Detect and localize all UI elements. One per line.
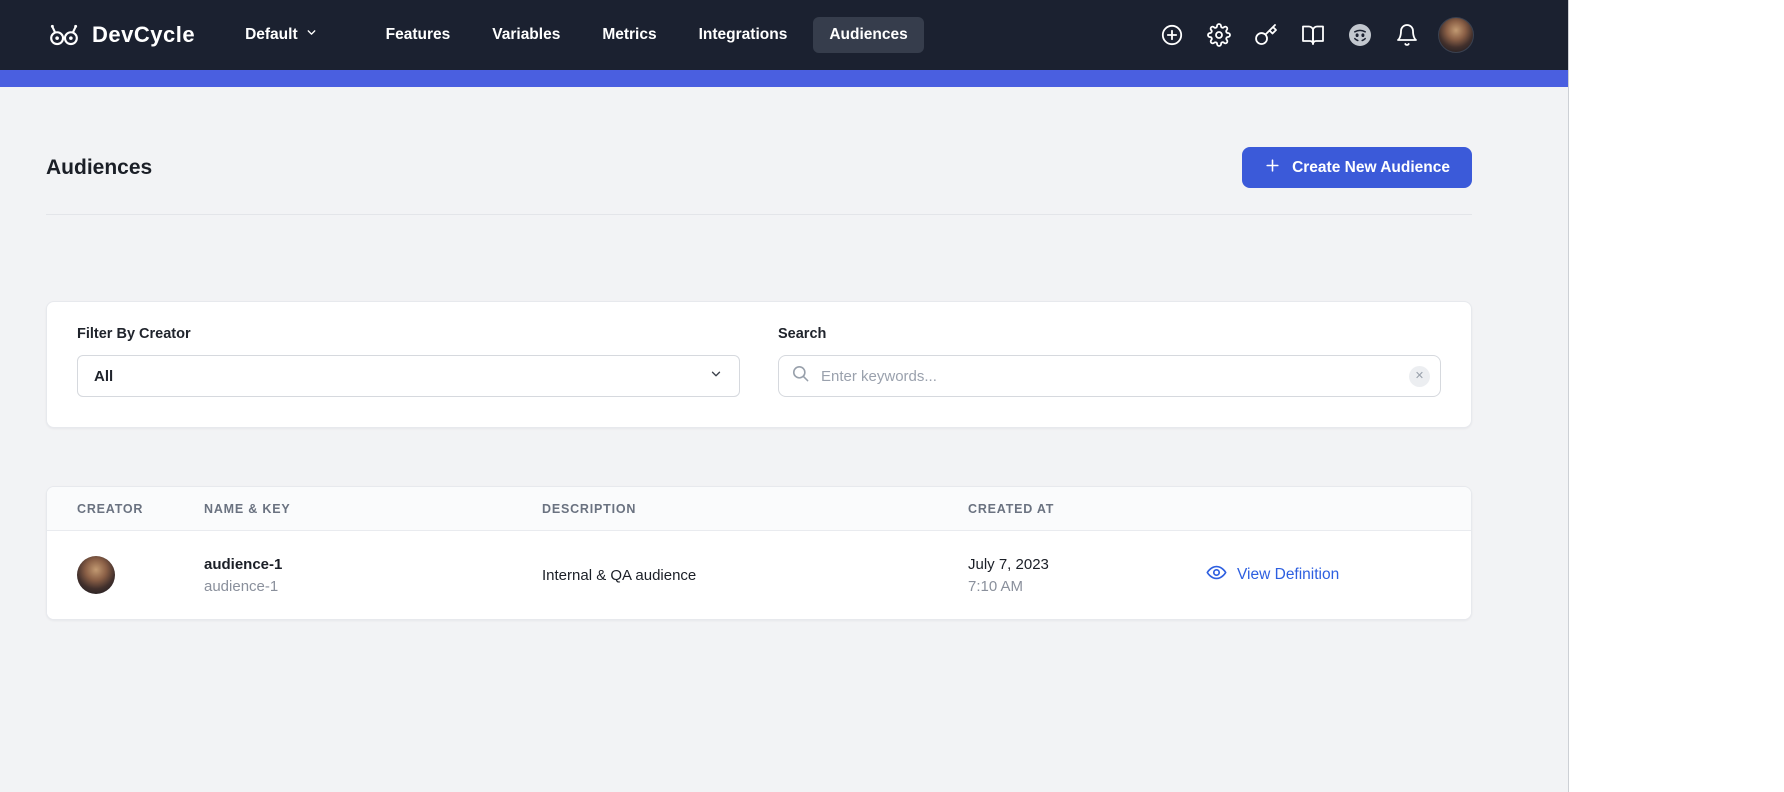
audiences-table: CREATOR NAME & KEY DESCRIPTION CREATED A… <box>46 486 1472 620</box>
nav-item-features[interactable]: Features <box>370 17 467 53</box>
creator-avatar <box>77 556 115 594</box>
project-selector-dropdown[interactable]: Default <box>239 18 324 52</box>
top-navbar: DevCycle Default Features Variables Metr… <box>0 0 1568 70</box>
column-header-name-key: NAME & KEY <box>204 502 542 516</box>
nav-item-audiences[interactable]: Audiences <box>813 17 923 53</box>
nav-item-metrics[interactable]: Metrics <box>586 17 672 53</box>
chevron-down-icon <box>305 26 318 44</box>
discord-icon[interactable] <box>1344 19 1376 51</box>
created-date: July 7, 2023 <box>968 556 1206 573</box>
brand-logo-link[interactable]: DevCycle <box>46 20 195 50</box>
filter-card: Filter By Creator All Search <box>46 301 1472 428</box>
column-header-description: DESCRIPTION <box>542 502 968 516</box>
primary-navigation: Features Variables Metrics Integrations … <box>370 17 924 53</box>
nav-item-integrations[interactable]: Integrations <box>683 17 804 53</box>
table-row: audience-1 audience-1 Internal & QA audi… <box>47 531 1471 619</box>
brand-name: DevCycle <box>92 22 195 48</box>
key-icon[interactable] <box>1250 19 1282 51</box>
description-cell: Internal & QA audience <box>542 567 968 584</box>
table-header-row: CREATOR NAME & KEY DESCRIPTION CREATED A… <box>47 487 1471 531</box>
create-button-label: Create New Audience <box>1292 159 1450 177</box>
page-content: Audiences Create New Audience Filter By … <box>0 87 1568 620</box>
search-icon <box>791 364 810 388</box>
gear-icon[interactable] <box>1203 19 1235 51</box>
book-icon[interactable] <box>1297 19 1329 51</box>
nav-item-variables[interactable]: Variables <box>476 17 576 53</box>
plus-icon <box>1264 157 1281 179</box>
view-definition-link[interactable]: View Definition <box>1206 562 1339 588</box>
actions-cell: View Definition <box>1206 562 1441 588</box>
column-header-created-at: CREATED AT <box>968 502 1206 516</box>
audience-key: audience-1 <box>204 578 542 595</box>
user-avatar[interactable] <box>1438 17 1474 53</box>
chevron-down-icon <box>709 367 723 386</box>
audience-name: audience-1 <box>204 556 542 573</box>
created-time: 7:10 AM <box>968 578 1206 595</box>
column-header-creator: CREATOR <box>77 502 204 516</box>
search-label: Search <box>778 326 1441 342</box>
plus-circle-icon[interactable] <box>1156 19 1188 51</box>
create-new-audience-button[interactable]: Create New Audience <box>1242 147 1472 188</box>
clear-search-button[interactable]: ✕ <box>1409 366 1430 387</box>
eye-icon <box>1206 562 1227 588</box>
creator-filter-select[interactable]: All <box>77 355 740 397</box>
created-at-cell: July 7, 2023 7:10 AM <box>968 556 1206 595</box>
accent-bar <box>0 70 1568 87</box>
search-input[interactable] <box>819 367 1400 386</box>
app-window: DevCycle Default Features Variables Metr… <box>0 0 1569 792</box>
project-selector-value: Default <box>245 26 298 44</box>
creator-filter-field: Filter By Creator All <box>77 326 740 397</box>
creator-filter-label: Filter By Creator <box>77 326 740 342</box>
devcycle-robot-icon <box>46 20 82 50</box>
bell-icon[interactable] <box>1391 19 1423 51</box>
view-definition-label: View Definition <box>1237 566 1339 584</box>
creator-cell <box>77 556 204 594</box>
search-box: ✕ <box>778 355 1441 397</box>
name-key-cell: audience-1 audience-1 <box>204 556 542 595</box>
search-field: Search ✕ <box>778 326 1441 397</box>
page-title: Audiences <box>46 156 152 180</box>
page-header: Audiences Create New Audience <box>46 87 1472 215</box>
creator-filter-value: All <box>94 368 113 385</box>
navbar-actions <box>1156 17 1474 53</box>
